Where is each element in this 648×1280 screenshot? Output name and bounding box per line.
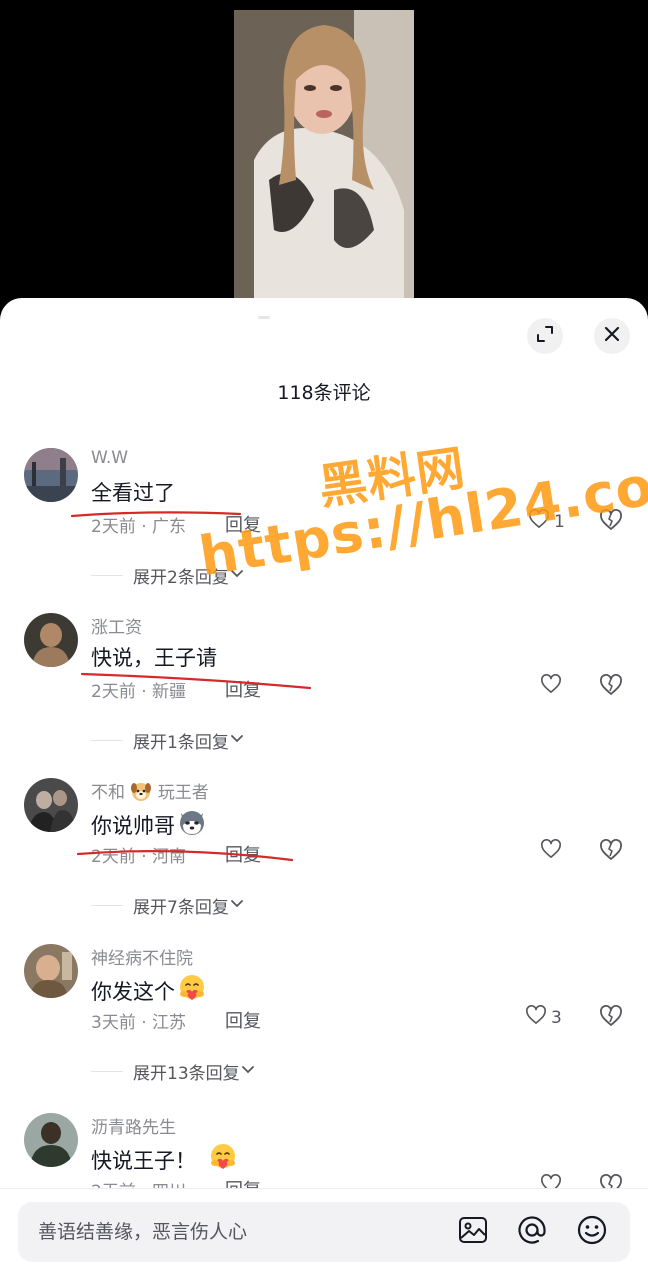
- expand-replies-label: 展开7条回复: [133, 898, 229, 918]
- comment-text: 快说，王子请: [91, 642, 217, 672]
- comment-count-title: 118条评论: [277, 382, 371, 404]
- comment-text-content: 你说帅哥: [91, 813, 175, 838]
- fullscreen-button[interactable]: [527, 318, 563, 354]
- avatar[interactable]: [24, 613, 78, 667]
- comment-text: 快说王子！: [91, 1142, 238, 1177]
- avatar[interactable]: [24, 778, 78, 832]
- smiley-icon: [576, 1214, 608, 1250]
- like-button[interactable]: 3: [525, 1005, 562, 1030]
- dislike-button[interactable]: [599, 674, 623, 700]
- comment-text: 你发这个: [91, 973, 207, 1008]
- divider: [91, 1071, 123, 1072]
- image-icon: [458, 1216, 488, 1248]
- username[interactable]: 神经病不住院: [91, 944, 193, 969]
- like-button[interactable]: [540, 839, 562, 864]
- avatar[interactable]: [24, 448, 78, 502]
- at-sign-icon: [516, 1214, 548, 1250]
- reply-button[interactable]: 回复: [225, 1007, 261, 1033]
- chevron-down-icon: [229, 896, 245, 916]
- username[interactable]: 涨工资: [91, 613, 142, 638]
- comment-text-content: 全看过了: [91, 481, 175, 505]
- username[interactable]: W.W: [91, 448, 128, 468]
- comment-text-content: 你发这个: [91, 979, 175, 1004]
- dislike-button[interactable]: [599, 839, 623, 865]
- chevron-down-icon: [229, 731, 245, 751]
- dislike-button[interactable]: [599, 1005, 623, 1031]
- reply-button[interactable]: 回复: [225, 841, 261, 867]
- like-button[interactable]: [540, 674, 562, 699]
- broken-heart-icon: [599, 674, 623, 700]
- heart-icon: [525, 1005, 547, 1030]
- username[interactable]: 不和 玩王者: [91, 778, 209, 803]
- reply-button[interactable]: 回复: [225, 676, 261, 702]
- username-text: 玩王者: [157, 783, 209, 803]
- hugging-heart-emoji-icon: [175, 973, 207, 1008]
- expand-replies-label: 展开13条回复: [133, 1064, 240, 1084]
- comment-text: 全看过了: [91, 477, 175, 507]
- heart-icon: [540, 674, 562, 699]
- expand-replies-label: 展开1条回复: [133, 733, 229, 753]
- divider: [91, 740, 123, 741]
- expand-replies[interactable]: 展开13条回复: [91, 1059, 256, 1084]
- mention-button[interactable]: [516, 1216, 548, 1248]
- chevron-down-icon: [240, 1062, 256, 1082]
- avatar[interactable]: [24, 944, 78, 998]
- comment-input-box[interactable]: [18, 1202, 630, 1262]
- like-count: 3: [551, 1007, 562, 1028]
- broken-heart-icon: [599, 839, 623, 865]
- comment-meta: 2天前 · 新疆: [91, 682, 187, 702]
- image-button[interactable]: [457, 1216, 489, 1248]
- sheet-handle[interactable]: [258, 316, 270, 319]
- comment-text-content: 快说王子！: [91, 1148, 196, 1173]
- dog-face-emoji-icon: [130, 783, 157, 803]
- hugging-heart-emoji-icon: [206, 1142, 238, 1177]
- comment-meta: 2天前 · 广东: [91, 517, 187, 537]
- video-thumbnail: [234, 10, 414, 302]
- expand-replies[interactable]: 展开7条回复: [91, 893, 245, 918]
- comment-input-bar: [0, 1188, 648, 1280]
- heart-icon: [540, 839, 562, 864]
- username-text: 不和: [91, 783, 125, 803]
- comment-text: 你说帅哥: [91, 807, 207, 842]
- comment-text-content: 快说，王子请: [91, 646, 217, 670]
- broken-heart-icon: [599, 1005, 623, 1031]
- divider: [91, 575, 123, 576]
- video-player[interactable]: [0, 0, 648, 310]
- emoji-button[interactable]: [576, 1214, 608, 1250]
- comment-meta: 2天前 · 河南: [91, 847, 187, 867]
- comment-meta: 3天前 · 江苏: [91, 1013, 187, 1033]
- comment-input[interactable]: [36, 1202, 436, 1262]
- comment-sheet: 118条评论 W.W 全看过了 2天前 · 广东 回复 1 展开2条回复 涨工资…: [0, 298, 648, 1280]
- avatar[interactable]: [24, 1113, 78, 1167]
- close-button[interactable]: [594, 318, 630, 354]
- husky-emoji-icon: [175, 807, 207, 842]
- close-icon: [603, 325, 621, 347]
- expand-icon: [536, 325, 554, 347]
- expand-replies[interactable]: 展开1条回复: [91, 728, 245, 753]
- username[interactable]: 沥青路先生: [91, 1113, 176, 1138]
- divider: [91, 905, 123, 906]
